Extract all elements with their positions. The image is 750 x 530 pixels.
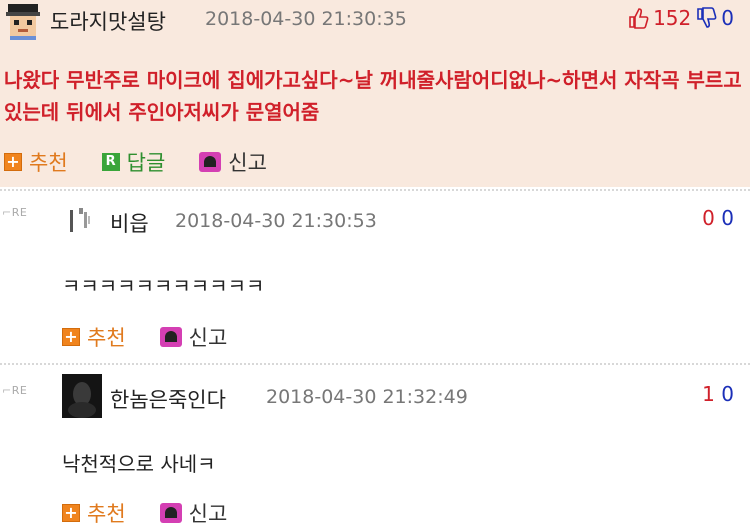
report-label: 신고 xyxy=(188,326,228,350)
post-body: 나왔다 무반주로 마이크에 집에가고싶다~날 꺼내줄사람어디없나~하면서 자작곡… xyxy=(4,68,742,124)
recommend-button[interactable]: + 추천 xyxy=(4,147,68,177)
reply-upvote-count[interactable]: 0 xyxy=(702,206,715,230)
post-actions: + 추천 R 답글 신고 xyxy=(4,147,301,177)
pixel-avatar-icon[interactable] xyxy=(4,2,42,40)
re-label: RE xyxy=(11,384,28,397)
plus-icon: + xyxy=(4,153,22,171)
reply-r-icon: R xyxy=(101,153,120,171)
post-votes: 152 0 xyxy=(627,6,734,30)
recommend-button[interactable]: + 추천 xyxy=(62,322,126,352)
siren-icon xyxy=(159,327,182,347)
avatar[interactable] xyxy=(62,204,102,236)
siren-icon xyxy=(199,152,222,172)
reply-item: ⌐RE 비읍 2018-04-30 21:30:53 0 0 ㅋㅋㅋㅋㅋㅋㅋㅋㅋ… xyxy=(0,190,750,362)
reply-body: 낙천적으로 사네ㅋ xyxy=(62,452,216,476)
siren-icon xyxy=(159,503,182,523)
recommend-label: 추천 xyxy=(87,326,126,350)
report-button[interactable]: 신고 xyxy=(159,498,228,528)
plus-icon: + xyxy=(62,504,80,522)
plus-icon: + xyxy=(62,328,80,346)
reply-datetime: 2018-04-30 21:32:49 xyxy=(266,386,468,408)
reply-button[interactable]: R 답글 xyxy=(101,147,166,177)
post-author-nickname[interactable]: 도라지맛설탕 xyxy=(50,6,166,36)
reply-author-nickname[interactable]: 한놈은죽인다 xyxy=(110,384,226,414)
thumbs-up-icon[interactable] xyxy=(627,7,649,29)
thumbs-down-icon[interactable] xyxy=(695,7,717,29)
reply-arrow-icon: ⌐RE xyxy=(2,206,28,219)
post-datetime: 2018-04-30 21:30:35 xyxy=(205,8,407,30)
recommend-button[interactable]: + 추천 xyxy=(62,498,126,528)
report-button[interactable]: 신고 xyxy=(159,322,228,352)
reply-datetime: 2018-04-30 21:30:53 xyxy=(175,210,377,232)
report-label: 신고 xyxy=(228,151,267,175)
reply-votes: 0 0 xyxy=(702,206,734,230)
reply-body: ㅋㅋㅋㅋㅋㅋㅋㅋㅋㅋㅋ xyxy=(62,274,265,298)
reply-downvote-count[interactable]: 0 xyxy=(721,382,734,406)
reply-item: ⌐RE 한놈은죽인다 2018-04-30 21:32:49 1 0 낙천적으로… xyxy=(0,364,750,530)
recommend-label: 추천 xyxy=(87,502,126,526)
reply-author-nickname[interactable]: 비읍 xyxy=(110,208,149,238)
reply-votes: 1 0 xyxy=(702,382,734,406)
reply-actions: + 추천 신고 xyxy=(62,322,261,352)
report-button[interactable]: 신고 xyxy=(199,147,267,177)
recommend-label: 추천 xyxy=(29,151,68,175)
report-label: 신고 xyxy=(188,502,228,526)
downvote-count: 0 xyxy=(721,6,734,30)
reply-upvote-count[interactable]: 1 xyxy=(702,382,715,406)
upvote-count: 152 xyxy=(653,6,692,30)
original-post: 도라지맛설탕 2018-04-30 21:30:35 152 0 나왔다 무반주… xyxy=(0,0,750,187)
re-label: RE xyxy=(11,206,28,219)
avatar[interactable] xyxy=(62,374,102,418)
reply-downvote-count[interactable]: 0 xyxy=(721,206,734,230)
reply-actions: + 추천 신고 xyxy=(62,498,261,528)
reply-label: 답글 xyxy=(126,151,166,175)
reply-arrow-icon: ⌐RE xyxy=(2,384,28,397)
